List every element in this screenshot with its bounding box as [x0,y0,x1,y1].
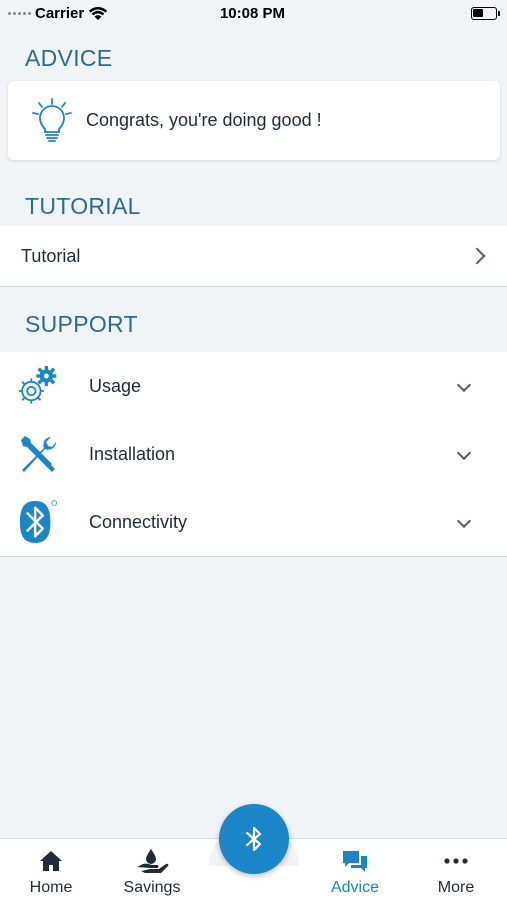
gears-icon [18,363,58,409]
chevron-down-icon [456,377,472,393]
status-bar: Carrier 10:08 PM [0,0,507,26]
bluetooth-icon [18,499,58,545]
tutorial-list: Tutorial [0,226,507,287]
bluetooth-icon [245,826,262,852]
support-item-label: Connectivity [89,511,188,532]
signal-icon [8,11,31,15]
support-list: Usage Installation Connectivity [0,352,507,557]
wifi-icon [89,6,108,20]
savings-icon [137,849,169,873]
carrier-label: Carrier [35,4,85,22]
bluetooth-button[interactable] [219,804,289,874]
tab-label: Home [29,879,73,896]
tab-advice[interactable]: Advice [305,839,405,900]
support-item-label: Usage [89,375,142,396]
status-left: Carrier [8,5,168,22]
chat-icon [343,851,367,872]
support-item-usage[interactable]: Usage [0,352,507,420]
tools-icon [18,431,58,477]
status-time: 10:08 PM [219,4,286,22]
tab-more[interactable]: More [406,839,506,900]
tab-label: Savings [123,879,181,896]
status-right [337,6,500,20]
support-item-label: Installation [89,443,176,464]
tab-label: More [437,879,475,896]
tab-savings[interactable]: Savings [102,839,202,900]
advice-card[interactable]: Congrats, you're doing good ! [8,81,500,160]
support-item-connectivity[interactable]: Connectivity [0,488,507,556]
support-item-installation[interactable]: Installation [0,420,507,488]
support-section-title: SUPPORT [25,311,138,337]
tab-label: Advice [330,879,380,896]
chevron-down-icon [456,445,472,461]
tutorial-row-label: Tutorial [21,245,81,266]
home-icon [40,851,62,871]
tutorial-row[interactable]: Tutorial [0,226,507,286]
more-icon [444,858,468,864]
chevron-down-icon [456,513,472,529]
advice-section-title: ADVICE [25,45,113,71]
lightbulb-icon [32,97,72,142]
chevron-right-icon [468,247,486,265]
tutorial-section-title: TUTORIAL [25,193,141,219]
battery-level [473,9,483,17]
battery-icon [470,6,500,20]
advice-message: Congrats, you're doing good ! [86,110,322,130]
tab-home[interactable]: Home [1,839,101,900]
